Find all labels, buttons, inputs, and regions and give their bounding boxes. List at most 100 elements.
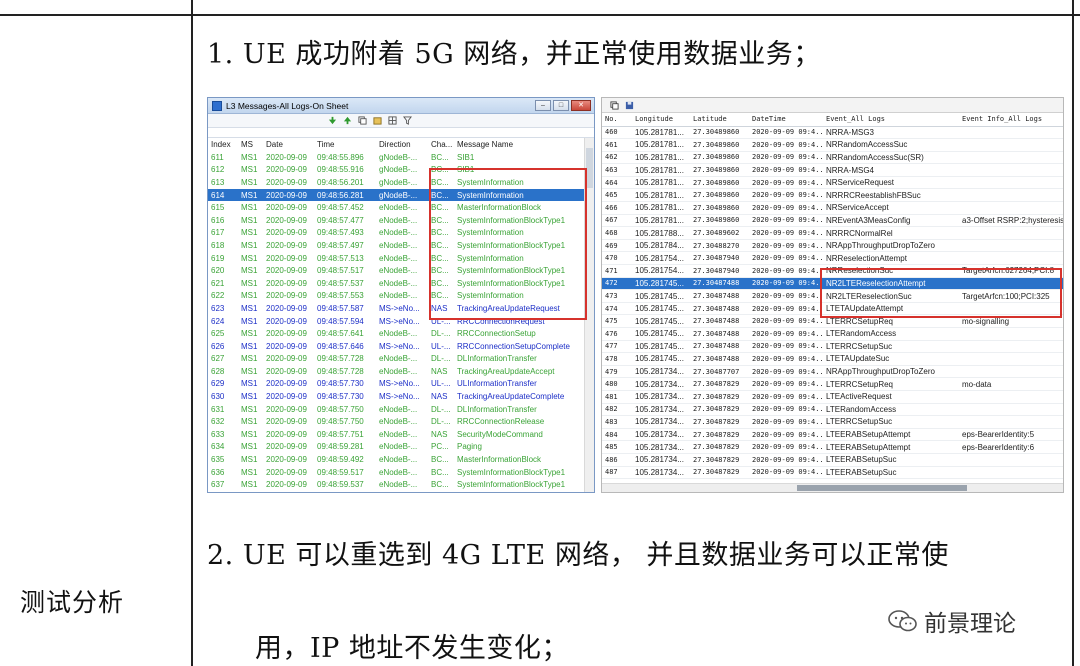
table-row[interactable]: 486 105.281734... 27.30487829 2020-09-09 09… [602,453,1063,467]
table-row[interactable]: 614 MS1 2020-09-09 09:48:56.281 gNodeB-... BC… [208,188,594,202]
table-row[interactable]: 637 MS1 2020-09-09 09:48:59.537 eNodeB-... BC… [208,478,594,491]
table-row[interactable]: 468 105.281788... 27.30489602 2020-09-09 09… [602,226,1063,240]
horizontal-scrollbar[interactable] [602,483,1063,492]
table-row[interactable]: 482 105.281734... 27.30487829 2020-09-09 09… [602,403,1063,417]
table-row[interactable]: 628 MS1 2020-09-09 09:48:57.728 eNodeB-... NA… [208,365,594,378]
table-row[interactable]: 636 MS1 2020-09-09 09:48:59.517 eNodeB-... BC… [208,466,594,479]
arrow-down-icon[interactable] [328,116,337,125]
table-row[interactable]: 477 105.281745... 27.30487488 2020-09-09 09… [602,340,1063,354]
cell-date: 2020-09-09 [266,240,307,250]
cell-ev: LTERRCSetupReq [823,314,959,328]
col-message-name[interactable]: Message Name [454,138,594,151]
table-row[interactable]: 611 MS1 2020-09-09 09:48:55.896 gNodeB-... BC… [208,151,594,164]
table-row[interactable]: 619 MS1 2020-09-09 09:48:57.513 eNodeB-... BC… [208,252,594,265]
table-row[interactable]: 623 MS1 2020-09-09 09:48:57.587 MS->eNo... NA… [208,302,594,315]
table-row[interactable]: 615 MS1 2020-09-09 09:48:57.452 eNodeB-... BC… [208,201,594,214]
scrollbar-thumb[interactable] [586,148,593,188]
table-row[interactable]: 621 MS1 2020-09-09 09:48:57.537 eNodeB-... BC… [208,277,594,290]
cell-dt: 2020-09-09 09:4... [749,138,823,152]
cell-no: 460 [602,126,632,140]
cell-ms: MS1 [241,480,258,490]
copy-icon[interactable] [358,116,367,125]
table-row[interactable]: 624 MS1 2020-09-09 09:48:57.594 MS->eNo... UL… [208,315,594,328]
table-row[interactable]: 612 MS1 2020-09-09 09:48:55.916 gNodeB-... BC… [208,164,594,177]
table-row[interactable]: 474 105.281745... 27.30487488 2020-09-09 09… [602,302,1063,316]
col-date[interactable]: Date [263,138,314,151]
col-event[interactable]: Event_All Logs [823,113,959,127]
close-button[interactable]: ✕ [571,100,591,111]
table-row[interactable]: 462 105.281781... 27.30489860 2020-09-09 09… [602,151,1063,165]
cell-dt: 2020-09-09 09:4... [749,428,823,442]
cell-dir: eNodeB-... [379,354,418,364]
table-row[interactable]: 484 105.281734... 27.30487829 2020-09-09 09… [602,428,1063,442]
table-row[interactable]: 625 MS1 2020-09-09 09:48:57.641 eNodeB-... DL… [208,327,594,340]
cell-lon: 105.281734... [632,453,690,467]
table-row[interactable]: 633 MS1 2020-09-09 09:48:57.751 eNodeB-... NA… [208,428,594,441]
table-row[interactable]: 613 MS1 2020-09-09 09:48:56.201 gNodeB-... BC… [208,176,594,189]
col-event-info[interactable]: Event Info_All Logs [959,113,1063,127]
table-row[interactable]: 632 MS1 2020-09-09 09:48:57.750 eNodeB-... DL… [208,415,594,428]
table-row[interactable]: 479 105.281734... 27.30487707 2020-09-09 09… [602,365,1063,379]
table-top-border [0,14,1080,16]
table-row[interactable]: 471 105.281754... 27.30487940 2020-09-09 09… [602,264,1063,278]
col-index[interactable]: Index [208,138,238,151]
table-row[interactable]: 629 MS1 2020-09-09 09:48:57.730 MS->eNo... UL… [208,378,594,391]
table-row[interactable]: 464 105.281781... 27.30489860 2020-09-09 09… [602,176,1063,190]
scrollbar-thumb[interactable] [797,485,967,491]
col-channel[interactable]: Cha... [428,138,454,151]
table-row[interactable]: 470 105.281754... 27.30487940 2020-09-09 09… [602,251,1063,266]
table-row[interactable]: 487 105.281734... 27.30487829 2020-09-09 09… [602,466,1063,480]
cell-dt: 2020-09-09 09:4... [749,327,823,341]
table-row[interactable]: 481 105.281734... 27.30487829 2020-09-09 09… [602,390,1063,404]
table-row[interactable]: 472 105.281745... 27.30487488 2020-09-09 09… [602,277,1063,291]
minimize-button[interactable]: – [535,100,551,111]
table-row[interactable]: 478 105.281745... 27.30487488 2020-09-09 09… [602,352,1063,366]
col-datetime[interactable]: DateTime [749,113,823,127]
table-row[interactable]: 467 105.281781... 27.30489860 2020-09-09 09… [602,214,1063,228]
arrow-up-icon[interactable] [343,116,352,125]
table-row[interactable]: 473 105.281745... 27.30487488 2020-09-09 09… [602,289,1063,303]
table-row[interactable]: 475 105.281745... 27.30487488 2020-09-09 09… [602,314,1063,328]
table-row[interactable]: 466 105.281781... 27.30489860 2020-09-09 09… [602,201,1063,215]
table-row[interactable]: 616 MS1 2020-09-09 09:48:57.477 eNodeB-... BC… [208,214,594,227]
cell-lat: 27.30487829 [690,466,749,480]
cell-ms: MS1 [241,404,258,414]
cell-time: 09:48:57.646 [317,341,364,351]
table-row[interactable]: 485 105.281734... 27.30487829 2020-09-09 09… [602,440,1063,454]
copy-icon[interactable] [610,100,619,110]
vertical-scrollbar[interactable] [584,138,594,492]
table-row[interactable]: 620 MS1 2020-09-09 09:48:57.517 eNodeB-... BC… [208,264,594,277]
table-row[interactable]: 463 105.281781... 27.30489860 2020-09-09 09… [602,163,1063,177]
table-row[interactable]: 631 MS1 2020-09-09 09:48:57.750 eNodeB-... DL… [208,403,594,416]
save-icon[interactable] [625,101,634,110]
table-row[interactable]: 626 MS1 2020-09-09 09:48:57.646 MS->eNo... UL… [208,340,594,353]
cell-time: 09:48:57.553 [317,291,364,301]
table-row[interactable]: 480 105.281734... 27.30487829 2020-09-09 09… [602,377,1063,391]
table-row[interactable]: 634 MS1 2020-09-09 09:48:59.281 eNodeB-... PC… [208,441,594,454]
table-row[interactable]: 622 MS1 2020-09-09 09:48:57.553 eNodeB-... BC… [208,290,594,303]
export-icon[interactable] [373,116,382,125]
col-ms[interactable]: MS [238,138,263,151]
table-row[interactable]: 461 105.281781... 27.30489860 2020-09-09 09… [602,138,1063,152]
maximize-button[interactable]: □ [553,100,569,111]
table-row[interactable]: 460 105.281781... 27.30489860 2020-09-09 09… [602,126,1063,140]
table-row[interactable]: 617 MS1 2020-09-09 09:48:57.493 eNodeB-... BC… [208,227,594,240]
table-row[interactable]: 476 105.281745... 27.30487488 2020-09-09 09… [602,327,1063,341]
table-row[interactable]: 630 MS1 2020-09-09 09:48:57.730 MS->eNo... NA… [208,390,594,403]
table-row[interactable]: 469 105.281784... 27.30488270 2020-09-09 09… [602,239,1063,253]
filter-icon[interactable] [403,116,412,125]
cell-msg: SystemInformation [457,228,524,238]
col-direction[interactable]: Direction [376,138,428,151]
col-latitude[interactable]: Latitude [690,113,749,127]
col-no[interactable]: No. [602,113,632,127]
table-row[interactable]: 465 105.281781... 27.30489860 2020-09-09 09… [602,188,1063,203]
table-row[interactable]: 618 MS1 2020-09-09 09:48:57.497 eNodeB-... BC… [208,239,594,252]
cell-cha: BC... [431,278,449,288]
col-time[interactable]: Time [314,138,376,151]
table-row[interactable]: 635 MS1 2020-09-09 09:48:59.492 eNodeB-... BC… [208,453,594,466]
table-row[interactable]: 483 105.281734... 27.30487829 2020-09-09 09… [602,415,1063,429]
grid-icon[interactable] [388,116,397,125]
table-row[interactable]: 627 MS1 2020-09-09 09:48:57.728 eNodeB-... DL… [208,353,594,366]
col-longitude[interactable]: Longitude [632,113,690,127]
filter-input[interactable] [208,128,594,138]
